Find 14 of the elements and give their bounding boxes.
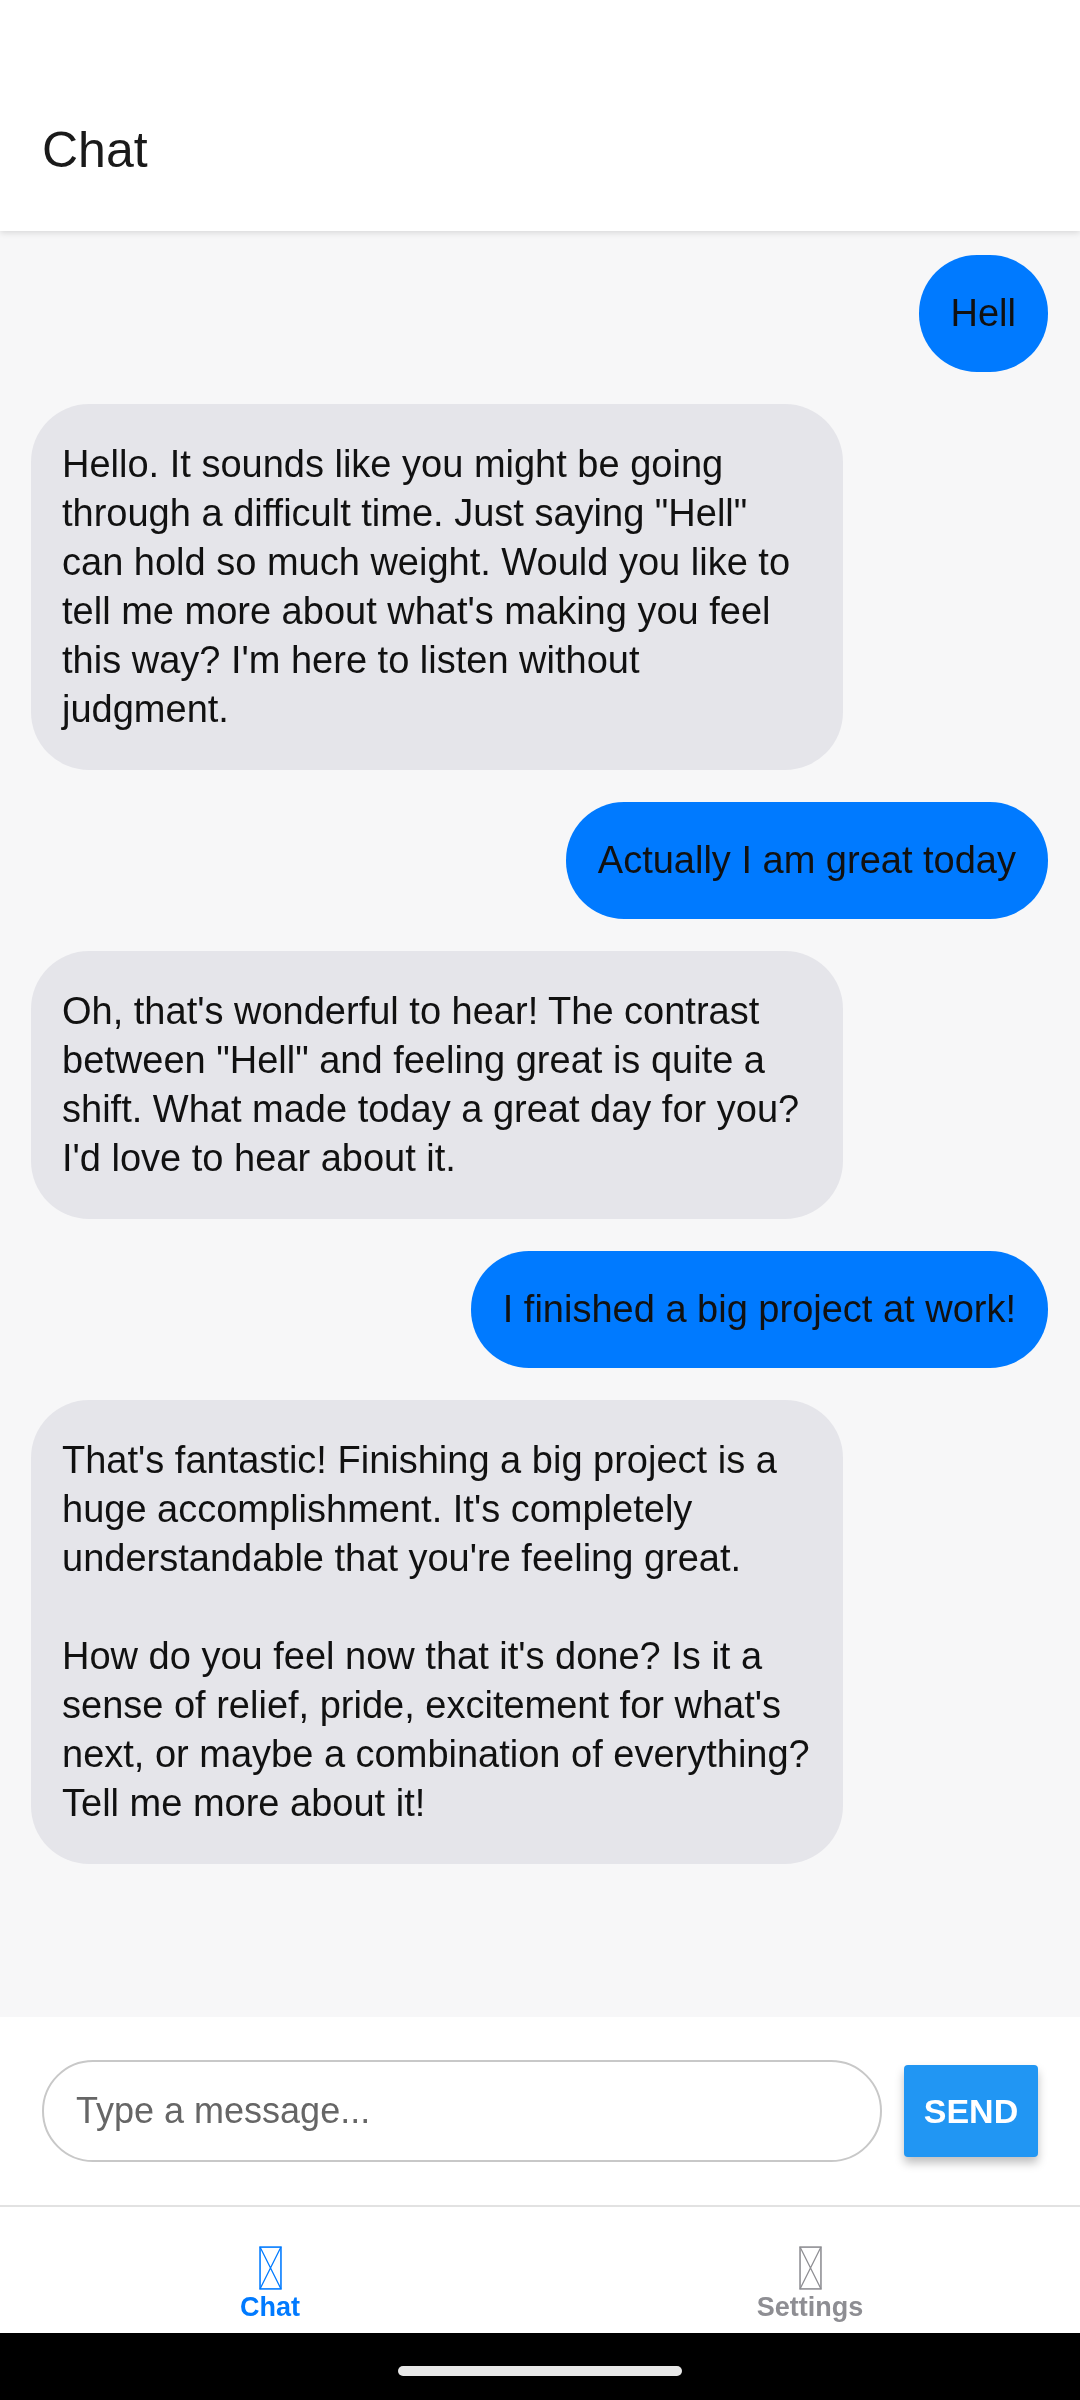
crossed-box-icon bbox=[798, 2246, 822, 2290]
received-message-bubble: Hello. It sounds like you might be going through a difficult time. Just saying "Hell" can hold so much weight. Would you like to tell me more about what's making you feel this way? I'm here to listen without judgment. bbox=[31, 404, 843, 770]
received-message-bubble: That's fantastic! Finishing a big project is a huge accomplishment. It's completely understandable that you're feeling great. How do you feel now that it's done? Is it a sense of relief, pride, excitement for what's next, or maybe a combination of everything? Tell me more about it! bbox=[31, 1400, 843, 1864]
tab[interactable]: Chat bbox=[0, 2207, 540, 2333]
screen-title: Chat bbox=[42, 121, 148, 179]
sent-message-bubble: I finished a big project at work! bbox=[470, 1251, 1048, 1368]
sent-message-bubble: Actually I am great today bbox=[565, 802, 1048, 919]
received-message-bubble: Oh, that's wonderful to hear! The contrast between "Hell" and feeling great is quite a shift. What made today a great day for you? I'd love to hear about it. bbox=[31, 951, 843, 1219]
home-indicator[interactable] bbox=[398, 2365, 682, 2376]
send-button[interactable]: SEND bbox=[904, 2065, 1038, 2157]
sent-message-bubble: Hell bbox=[918, 255, 1048, 372]
message-input[interactable]: Type a message... bbox=[42, 2060, 882, 2162]
tab[interactable]: Settings bbox=[540, 2207, 1080, 2333]
crossed-box-icon bbox=[258, 2246, 282, 2290]
